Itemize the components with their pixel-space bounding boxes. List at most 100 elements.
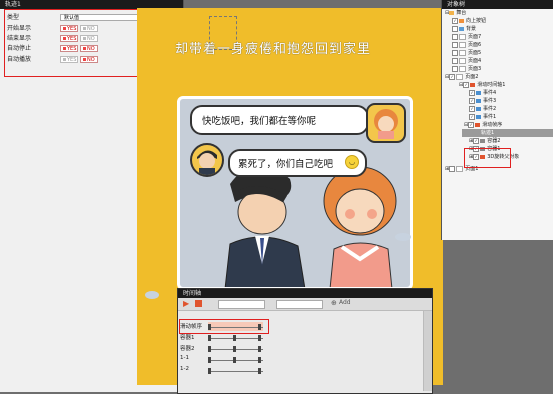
start-show-no-button[interactable]: NO (80, 25, 98, 32)
checkbox-icon (452, 65, 458, 72)
tree-item-event1[interactable]: ✓ 事件1 (469, 113, 496, 121)
page-icon (459, 65, 466, 72)
event-icon (476, 114, 481, 119)
prop-label-auto-play: 自动播放 (7, 56, 32, 63)
tree-item-page3[interactable]: 页面3 (452, 65, 481, 73)
prop-label-auto-stop: 自动停止 (7, 45, 32, 52)
man-avatar (190, 143, 224, 177)
keyframe-handle[interactable] (208, 368, 211, 374)
tree-item-track1-selected[interactable]: 轨迹1 (462, 129, 553, 137)
duration-input[interactable] (276, 300, 323, 309)
tree-item-event3[interactable]: ✓ 事件3 (469, 97, 496, 105)
square-icon (83, 27, 86, 30)
keyframe-handle[interactable] (258, 357, 261, 363)
tree-item-event2[interactable]: ✓ 事件2 (469, 105, 496, 113)
timeline-track-area: 滑动帧序 容器1 容器2 1-1 1-2 (178, 311, 423, 393)
timeline-row-label: 容器1 (180, 335, 195, 341)
page-icon (459, 33, 466, 40)
tree-list: ⊟ 舞台 ✓ 向上按钮 背景 页面7 页面6 页面5 页面4 页面3 ⊟✓ 页面2 ⊟… (442, 9, 553, 234)
checkbox-checked-icon: ✓ (469, 113, 475, 120)
page-icon (459, 41, 466, 48)
prop-label-end-show: 结束显示 (7, 35, 32, 42)
timeline-title: 时间轴 (178, 289, 432, 298)
timeline-row-label: 容器2 (180, 346, 195, 352)
tree-item-page7[interactable]: 页面7 (452, 33, 481, 41)
start-show-yes-button[interactable]: YES (60, 25, 78, 32)
prop-label-start-show: 开始显示 (7, 25, 32, 32)
tree-item-container2[interactable]: ⊞✓ 容器2 (469, 137, 500, 145)
event-icon (476, 98, 481, 103)
keyframe-handle[interactable] (233, 357, 236, 363)
page-icon (459, 57, 466, 64)
play-icon[interactable]: ▶ (183, 299, 189, 308)
timeline-row-label: 1-2 (180, 366, 189, 372)
speech-bubble-2: 累死了，你们自己吃吧 ◡ (228, 149, 367, 177)
checkbox-checked-icon: ✓ (469, 89, 475, 96)
checkbox-icon (452, 49, 458, 56)
square-icon (63, 27, 66, 30)
checkbox-icon (449, 165, 456, 172)
timeline-scrollbar[interactable] (423, 311, 432, 391)
stop-icon[interactable] (195, 300, 202, 307)
tree-item-background[interactable]: 背景 (452, 25, 476, 33)
timeline-icon (470, 82, 476, 87)
keyframe-handle[interactable] (258, 368, 261, 374)
keyframe-handle[interactable] (233, 346, 236, 352)
keyframe-handle[interactable] (258, 346, 261, 352)
stage-heading: 却带着一身疲倦和抱怨回到家里 (175, 42, 372, 57)
tree-item-stage[interactable]: ⊟ 舞台 (445, 9, 466, 17)
square-icon (63, 58, 66, 61)
frame-input[interactable] (218, 300, 265, 309)
checkbox-checked-icon: ✓ (469, 97, 475, 104)
event-icon (476, 106, 481, 111)
smiley-icon: ◡ (345, 155, 359, 169)
container-icon (480, 138, 486, 143)
page-icon (456, 165, 464, 172)
woman-illustration (323, 166, 397, 287)
end-show-no-button[interactable]: NO (80, 35, 98, 42)
tree-item-slide-frames[interactable]: ⊟✓ 滑动帧序 (464, 121, 502, 129)
tree-item-up-button[interactable]: ✓ 向上按钮 (452, 17, 486, 25)
checkbox-checked-icon: ✓ (473, 137, 480, 144)
tree-item-page2[interactable]: ⊟✓ 页面2 (445, 73, 478, 81)
prop-label-type: 类型 (7, 14, 20, 21)
checkbox-checked-icon: ✓ (469, 105, 475, 112)
end-show-yes-button[interactable]: YES (60, 35, 78, 42)
keyframe-handle[interactable] (233, 335, 236, 341)
checkbox-icon (452, 57, 458, 64)
checkbox-icon (452, 33, 458, 40)
keyframe-handle[interactable] (258, 335, 261, 341)
tree-item-page4[interactable]: 页面4 (452, 57, 481, 65)
fish-decoration-icon (145, 291, 159, 299)
page-icon (456, 73, 464, 80)
speech-bubble-2-text: 累死了，你们自己吃吧 (238, 159, 334, 170)
tree-item-event4[interactable]: ✓ 事件4 (469, 89, 496, 97)
square-icon (83, 47, 86, 50)
speech-bubble-1-text: 快吃饭吧，我们都在等你呢 (202, 116, 317, 127)
auto-stop-no-button[interactable]: NO (80, 45, 98, 52)
auto-play-no-button[interactable]: NO (80, 56, 98, 63)
man-avatar-face-icon (197, 150, 217, 175)
track-icon (474, 131, 479, 135)
square-icon (83, 58, 86, 61)
add-keyframe-button[interactable]: Add (339, 299, 351, 306)
square-icon (63, 47, 66, 50)
event-icon (476, 90, 481, 95)
timeline-toolbar: ▶ ⊕ Add (178, 298, 432, 311)
button-icon (459, 18, 464, 23)
highlight-tree-box (464, 148, 511, 168)
tree-item-page6[interactable]: 页面6 (452, 41, 481, 49)
frames-icon (475, 122, 481, 127)
add-icon[interactable]: ⊕ (331, 299, 337, 307)
keyframe-handle[interactable] (208, 357, 211, 363)
checkbox-checked-icon: ✓ (449, 73, 456, 80)
type-select-value: 默认值 (64, 15, 80, 21)
image-icon (459, 26, 464, 31)
timeline-panel: 时间轴 ▶ ⊕ Add 滑动帧序 容器1 容器2 1-1 1-2 (177, 288, 433, 394)
keyframe-handle[interactable] (208, 346, 211, 352)
auto-play-yes-button[interactable]: YES (60, 56, 78, 63)
keyframe-handle[interactable] (208, 335, 211, 341)
tree-item-slide-timeline[interactable]: ⊟✓ 滑动时间轴1 (459, 81, 505, 89)
auto-stop-yes-button[interactable]: YES (60, 45, 78, 52)
tree-item-page5[interactable]: 页面5 (452, 49, 481, 57)
